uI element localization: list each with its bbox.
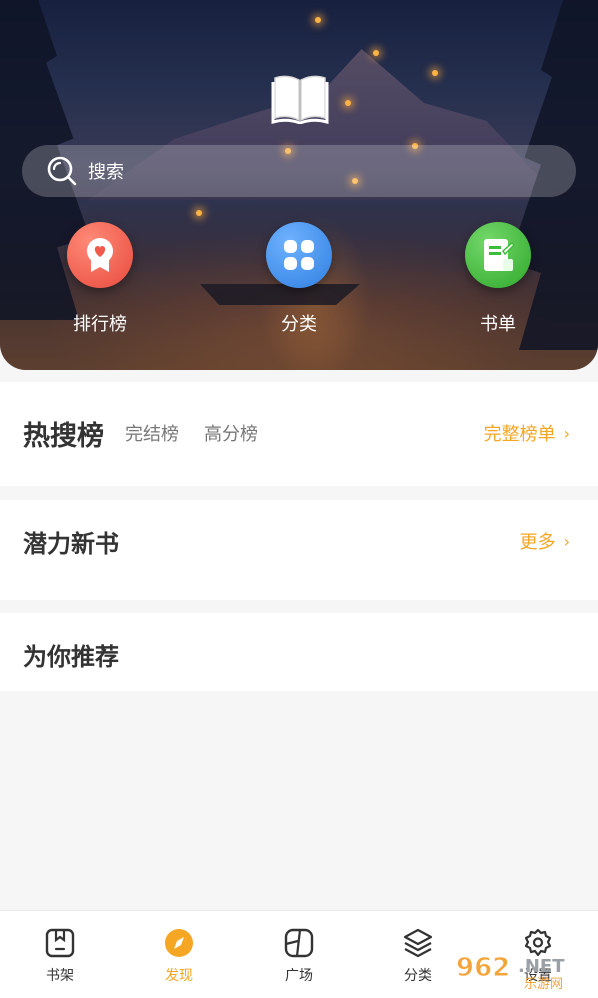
search-bar[interactable]: 搜索 xyxy=(22,145,576,197)
site-watermark-logo: 962 .NET 乐游网 xyxy=(456,953,566,991)
booklists-circle xyxy=(465,222,531,288)
quick-action-label: 分类 xyxy=(281,314,317,335)
rankings-circle xyxy=(67,222,133,288)
nav-label: 发现 xyxy=(165,968,193,984)
quick-action-categories[interactable]: 分类 xyxy=(234,222,364,342)
more-label: 更多 xyxy=(519,532,556,553)
quick-action-booklists[interactable]: 书单 xyxy=(433,222,563,342)
nav-label: 广场 xyxy=(285,968,313,984)
nav-bookshelf[interactable]: 书架 xyxy=(20,927,100,987)
search-placeholder: 搜索 xyxy=(88,162,124,183)
firefly xyxy=(373,50,379,56)
svg-text:.NET: .NET xyxy=(518,956,565,977)
section-title: 热搜榜 xyxy=(23,421,104,452)
layers-icon xyxy=(403,928,433,958)
nav-plaza[interactable]: 广场 xyxy=(259,927,339,987)
bookshelf-icon xyxy=(45,928,75,958)
firefly xyxy=(345,100,351,106)
compass-icon xyxy=(165,929,193,957)
svg-text:乐游网: 乐游网 xyxy=(524,977,563,990)
potential-books-section: 潜力新书 更多 › xyxy=(0,500,598,600)
firefly xyxy=(315,17,321,23)
svg-text:962: 962 xyxy=(456,953,510,983)
tab-high-score[interactable]: 高分榜 xyxy=(204,420,258,446)
open-book-icon xyxy=(271,75,329,124)
recommend-section: 为你推荐 xyxy=(0,613,598,691)
more-link[interactable]: 更多 › xyxy=(520,528,570,554)
hero-banner: 搜索 排行榜 分类 书单 xyxy=(0,0,598,370)
firefly xyxy=(432,70,438,76)
firefly xyxy=(196,210,202,216)
four-squares-icon xyxy=(284,240,314,270)
nav-label: 书架 xyxy=(46,968,74,984)
ribbon-heart-icon xyxy=(87,238,113,272)
nav-label: 分类 xyxy=(404,968,432,984)
tab-completed[interactable]: 完结榜 xyxy=(125,420,179,446)
quick-action-label: 书单 xyxy=(480,314,516,335)
section-title: 为你推荐 xyxy=(23,643,119,671)
quick-action-rankings[interactable]: 排行榜 xyxy=(35,222,165,342)
chevron-right-icon: › xyxy=(563,531,570,551)
chevron-right-icon: › xyxy=(563,423,570,443)
hot-search-section: 热搜榜 完结榜 高分榜 完整榜单 › xyxy=(0,382,598,486)
full-list-link[interactable]: 完整榜单 › xyxy=(484,420,570,446)
document-edit-icon xyxy=(484,239,515,271)
square-plaza-icon xyxy=(284,928,314,958)
categories-circle xyxy=(266,222,332,288)
section-title: 潜力新书 xyxy=(23,530,119,558)
nav-categories[interactable]: 分类 xyxy=(378,927,458,987)
nav-discover[interactable]: 发现 xyxy=(139,927,219,987)
more-label: 完整榜单 xyxy=(483,424,556,445)
search-icon xyxy=(47,156,77,186)
quick-action-label: 排行榜 xyxy=(73,314,127,335)
